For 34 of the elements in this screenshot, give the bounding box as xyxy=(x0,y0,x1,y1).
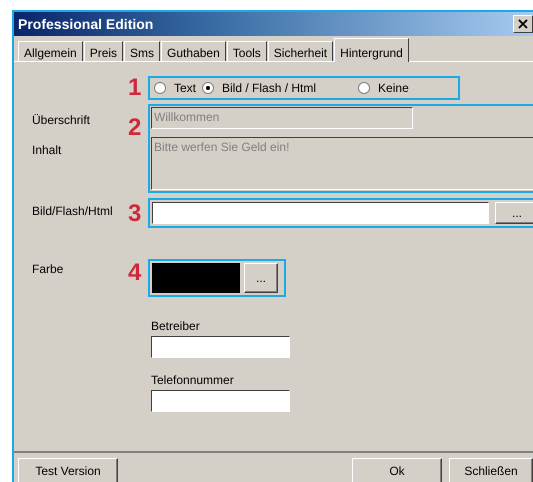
field-label: Betreiber xyxy=(151,319,201,333)
marker-number: 4 xyxy=(128,261,142,288)
radio-button[interactable] xyxy=(154,82,166,94)
field-label: Überschrift xyxy=(32,113,92,127)
field-label: Farbe xyxy=(32,262,64,278)
color-picker-button[interactable]: ... xyxy=(244,263,278,293)
field-label: Telefonnummer xyxy=(151,373,235,387)
color-swatch[interactable] xyxy=(152,263,240,293)
marker-number: 3 xyxy=(128,202,142,228)
operator-input-field[interactable] xyxy=(151,336,290,358)
marker-number: 2 xyxy=(128,113,142,143)
tab[interactable]: Allgemein xyxy=(18,41,83,61)
window-title: Professional Edition xyxy=(18,16,154,32)
phone-input-field[interactable] xyxy=(151,390,290,412)
action-button[interactable]: Test Version xyxy=(18,458,118,482)
radio-button[interactable] xyxy=(202,82,214,94)
field-label: Inhalt xyxy=(32,143,62,157)
radio-label: Bild / Flash / Html xyxy=(222,81,316,95)
tab[interactable]: Sicherheit xyxy=(268,41,334,61)
browse-button[interactable]: ... xyxy=(495,202,533,224)
radio-label: Text xyxy=(174,81,196,95)
action-button[interactable]: Schließen xyxy=(449,458,533,482)
tab[interactable]: Guthaben xyxy=(161,41,226,61)
path-input-field[interactable] xyxy=(152,202,489,224)
radio-label: Keine xyxy=(378,81,409,95)
tab[interactable]: Sms xyxy=(124,41,160,61)
radio-button[interactable] xyxy=(358,82,370,94)
marker-number: 1 xyxy=(128,76,142,100)
tab[interactable]: Tools xyxy=(226,41,267,61)
close-button[interactable]: × xyxy=(513,15,533,33)
tab[interactable]: Hintergrund xyxy=(334,38,409,62)
action-button[interactable]: Ok xyxy=(352,458,442,482)
field-label: Bild/Flash/Html xyxy=(32,204,114,220)
tab[interactable]: Preis xyxy=(84,41,124,61)
